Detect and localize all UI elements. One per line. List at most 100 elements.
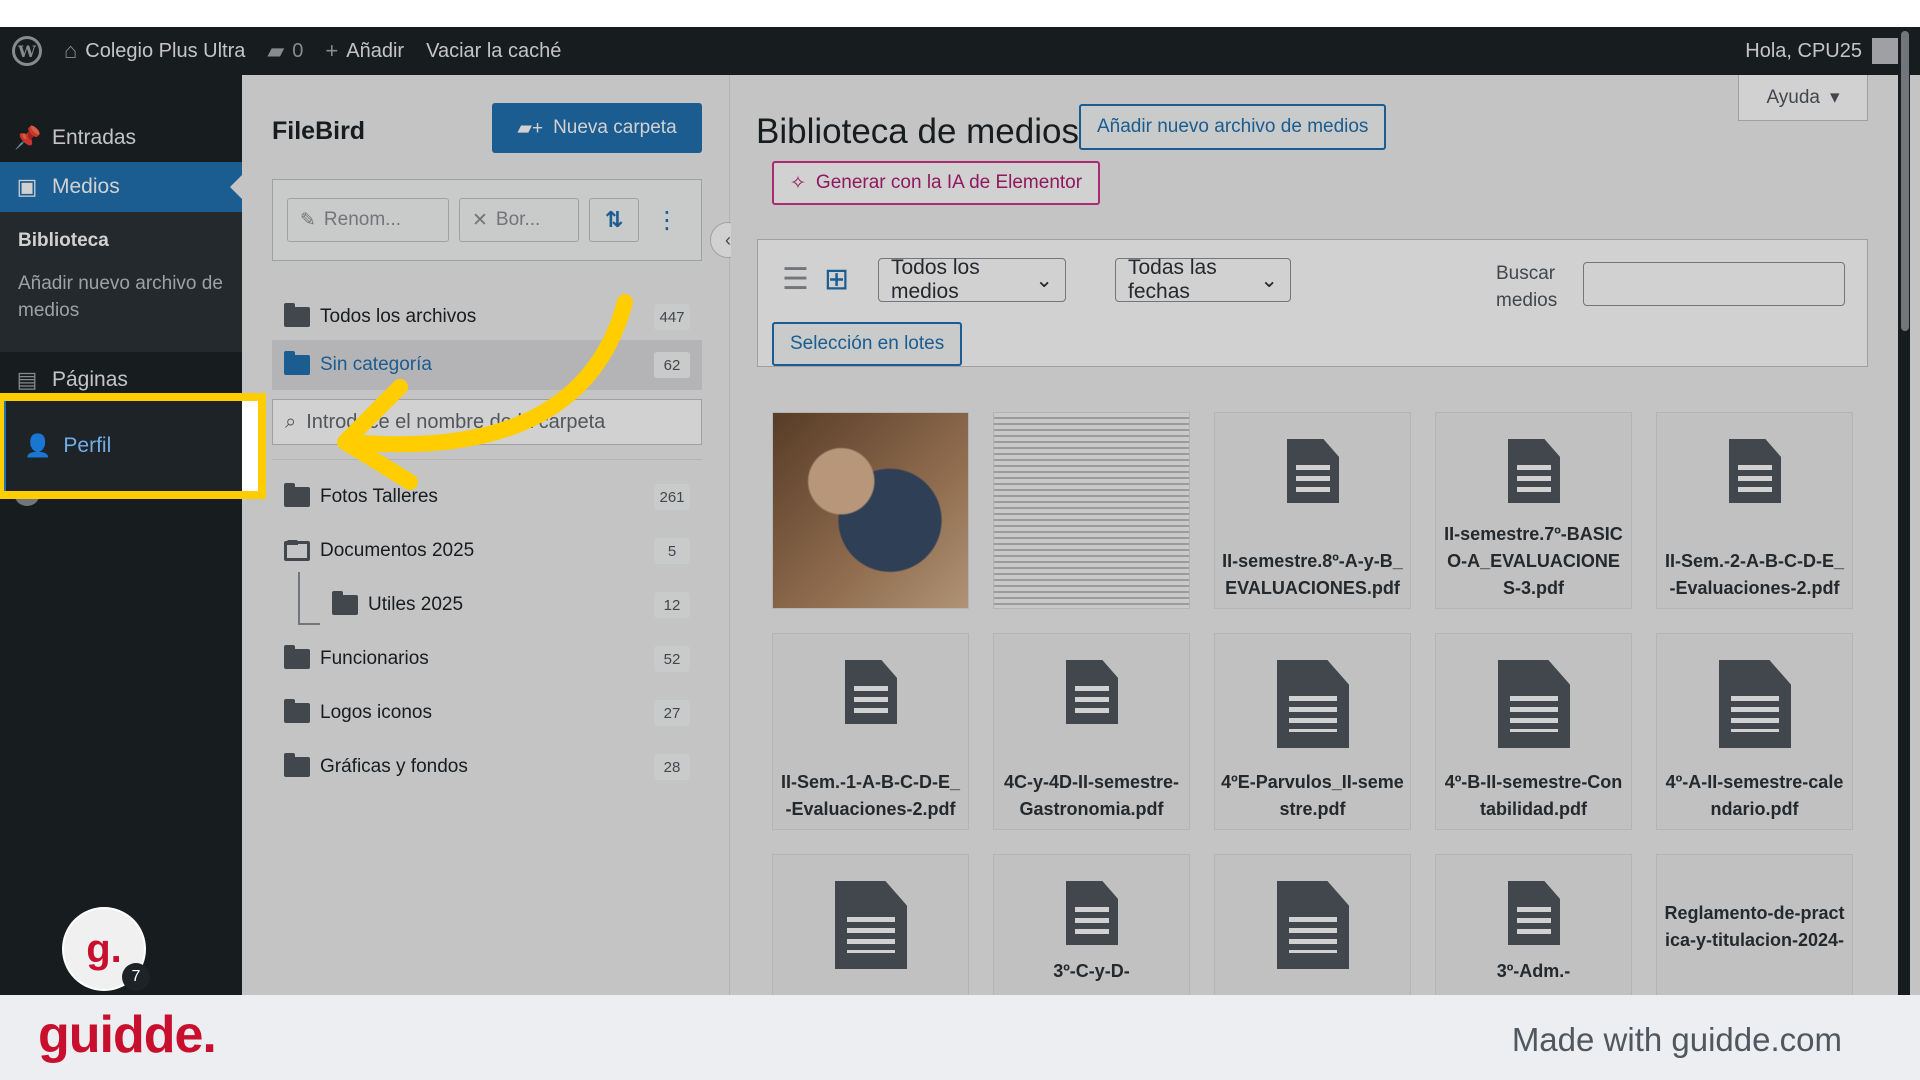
media-tile[interactable]: II-Sem.-1-A-B-C-D-E_-Evaluaciones-2.pdf	[772, 633, 969, 830]
folder-name: Utiles 2025	[368, 594, 464, 615]
file-name: 3º-Adm.-	[1496, 961, 1571, 981]
sort-folders-button[interactable]: ⇅	[589, 198, 639, 242]
document-icon	[1066, 881, 1118, 945]
folder-search-input[interactable]: ⌕ Introduce el nombre de la carpeta	[272, 399, 702, 445]
media-tile-document-scan[interactable]	[993, 412, 1190, 609]
folder-open-icon	[284, 540, 310, 561]
highlight-box	[0, 393, 266, 499]
home-icon: ⌂	[64, 38, 78, 63]
elementor-ai-button[interactable]: ✧ Generar con la IA de Elementor	[772, 161, 1101, 205]
folder-uncategorized[interactable]: Sin categoría 62	[272, 340, 702, 390]
media-tile[interactable]	[1214, 854, 1411, 995]
bulk-select-button[interactable]: Selección en lotes	[772, 322, 963, 366]
folder-icon	[284, 753, 310, 777]
list-view-icon[interactable]: ☰	[782, 262, 809, 297]
add-new-media-button[interactable]: Añadir nuevo archivo de medios	[1079, 104, 1387, 150]
comments-link[interactable]: ▰ 0	[267, 38, 303, 64]
media-tile[interactable]: 4C-y-4D-II-semestre-Gastronomia.pdf	[993, 633, 1190, 830]
grid-view-icon[interactable]: ⊞	[824, 262, 849, 297]
sidebar-item-label: Páginas	[52, 368, 128, 391]
document-icon	[1498, 660, 1570, 748]
folder-name: Todos los archivos	[320, 306, 477, 327]
document-icon	[1277, 660, 1349, 748]
folder-name: Documentos 2025	[320, 540, 475, 561]
notification-badge: 7	[122, 963, 150, 991]
tree-connector	[298, 623, 320, 625]
folder-item[interactable]: Fotos Talleres 261	[272, 472, 702, 522]
pin-icon: 📌	[14, 125, 42, 150]
file-name: II-semestre.7º-BASICO-A_EVALUACIONES-3.p…	[1444, 524, 1623, 598]
folder-count: 62	[654, 352, 690, 378]
file-name: II-semestre.8º-A-y-B_EVALUACIONES.pdf	[1222, 551, 1403, 598]
media-tile[interactable]: 3º-Adm.-	[1435, 854, 1632, 995]
media-tile[interactable]: 3º-C-y-D-	[993, 854, 1190, 995]
folder-item[interactable]: Documentos 2025 5	[272, 526, 702, 576]
help-tab-button[interactable]: Ayuda ▾	[1738, 75, 1868, 121]
media-type-select[interactable]: Todos los medios ⌄	[878, 256, 1066, 303]
folder-search-icon: ⌕	[285, 410, 297, 433]
scrollbar-thumb[interactable]	[1901, 31, 1909, 331]
date-select[interactable]: Todas las fechas ⌄	[1115, 256, 1291, 303]
file-name: 4C-y-4D-II-semestre-Gastronomia.pdf	[1003, 772, 1180, 819]
media-tile[interactable]	[772, 854, 969, 995]
media-tile[interactable]: Reglamento-de-practica-y-titulacion-2024…	[1656, 854, 1853, 995]
submenu-item-biblioteca[interactable]: Biblioteca	[18, 230, 224, 252]
file-name: 4ºE-Parvulos_II-semestre.pdf	[1221, 772, 1404, 819]
delete-folder-icon: ✕	[472, 209, 488, 231]
folder-icon	[284, 699, 310, 723]
filebird-title: FileBird	[272, 117, 366, 145]
media-tile[interactable]: 4º-B-II-semestre-Contabilidad.pdf	[1435, 633, 1632, 830]
document-icon	[1508, 881, 1560, 945]
add-new-link[interactable]: + Añadir	[325, 38, 404, 64]
folder-home-icon	[284, 303, 310, 327]
search-placeholder: Introduce el nombre de la carpeta	[306, 410, 606, 433]
tree-connector	[298, 572, 300, 624]
media-tile[interactable]: II-Sem.-2-A-B-C-D-E_-Evaluaciones-2.pdf	[1656, 412, 1853, 609]
sidebar-item-medios[interactable]: ▣ Medios	[0, 162, 242, 212]
media-tile[interactable]: 4º-A-II-semestre-calendario.pdf	[1656, 633, 1853, 830]
new-folder-button[interactable]: ▰+ Nueva carpeta	[492, 103, 702, 153]
media-tile[interactable]: 4ºE-Parvulos_II-semestre.pdf	[1214, 633, 1411, 830]
pages-icon: ▤	[16, 367, 38, 392]
more-options-button[interactable]: ⋮	[647, 198, 687, 242]
page-title: Biblioteca de medios	[756, 112, 1079, 151]
search-label: Buscar medios	[1496, 263, 1558, 311]
delete-folder-button[interactable]: ✕ Bor...	[459, 198, 579, 242]
media-tile[interactable]: II-semestre.7º-BASICO-A_EVALUACIONES-3.p…	[1435, 412, 1632, 609]
chevron-down-icon: ⌄	[1260, 268, 1278, 292]
media-tile[interactable]: II-semestre.8º-A-y-B_EVALUACIONES.pdf	[1214, 412, 1411, 609]
folder-name: Logos iconos	[320, 702, 432, 723]
media-search-input[interactable]	[1583, 262, 1845, 306]
media-tile-photo[interactable]	[772, 412, 969, 609]
sidebar-item-entradas[interactable]: 📌 Entradas	[0, 113, 242, 163]
folder-item[interactable]: Utiles 2025 12	[272, 580, 702, 630]
document-icon	[1066, 660, 1118, 724]
folder-item[interactable]: Gráficas y fondos 28	[272, 742, 702, 792]
folder-icon	[284, 645, 310, 669]
sort-az-icon: ⇅	[604, 207, 624, 232]
filebird-panel: FileBird ▰+ Nueva carpeta ✎ Renom... ✕ B…	[242, 75, 730, 995]
sidebar-item-label: Medios	[52, 175, 120, 198]
made-with-text: Made with guidde.com	[1511, 1021, 1842, 1058]
folder-plus-icon: ▰+	[517, 117, 544, 139]
folder-name: Fotos Talleres	[320, 486, 438, 507]
folder-name: Sin categoría	[320, 354, 432, 375]
file-name: 3º-C-y-D-	[1053, 961, 1130, 981]
folder-all-files[interactable]: Todos los archivos 447	[272, 292, 702, 342]
admin-sidebar: 📌 Entradas ▣ Medios Biblioteca Añadir nu…	[0, 75, 242, 995]
folder-name: Gráficas y fondos	[320, 756, 468, 777]
clear-cache-link[interactable]: Vaciar la caché	[426, 40, 561, 63]
site-name-link[interactable]: ⌂ Colegio Plus Ultra	[64, 38, 245, 64]
site-name: Colegio Plus Ultra	[85, 39, 246, 62]
medios-submenu: Biblioteca Añadir nuevo archivo de medio…	[0, 212, 242, 352]
file-name: 4º-B-II-semestre-Contabilidad.pdf	[1444, 772, 1623, 819]
wordpress-logo-icon[interactable]: W	[12, 36, 42, 66]
greeting: Hola, CPU25	[1745, 39, 1862, 62]
folder-item[interactable]: Logos iconos 27	[272, 688, 702, 738]
folder-count: 447	[654, 304, 690, 330]
folder-item[interactable]: Funcionarios 52	[272, 634, 702, 684]
submenu-item-add-media[interactable]: Añadir nuevo archivo de medios	[18, 270, 224, 324]
document-icon	[1729, 439, 1781, 503]
rename-folder-button[interactable]: ✎ Renom...	[287, 198, 449, 242]
account-menu[interactable]: Hola, CPU25	[1745, 38, 1898, 64]
